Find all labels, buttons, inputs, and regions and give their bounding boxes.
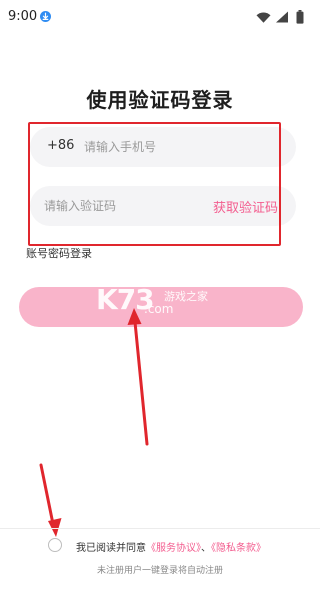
register-hint: 未注册用户一键登录将自动注册 — [96, 566, 223, 576]
agree-checkbox[interactable] — [48, 538, 62, 552]
agreement-prefix: 我已阅读并同意 — [76, 543, 146, 554]
arrow-to-agree-radio — [39, 463, 62, 537]
annotation-arrows — [39, 308, 149, 537]
bottom-divider — [0, 528, 320, 529]
agreement-separator: 、 — [201, 543, 211, 554]
service-agreement-link[interactable]: 《服务协议》 — [146, 543, 201, 554]
agreement-text: 我已阅读并同意《服务协议》、《隐私条款》 — [76, 539, 266, 554]
privacy-policy-link[interactable]: 《隐私条款》 — [211, 543, 266, 554]
arrow-to-login-button — [127, 308, 149, 446]
